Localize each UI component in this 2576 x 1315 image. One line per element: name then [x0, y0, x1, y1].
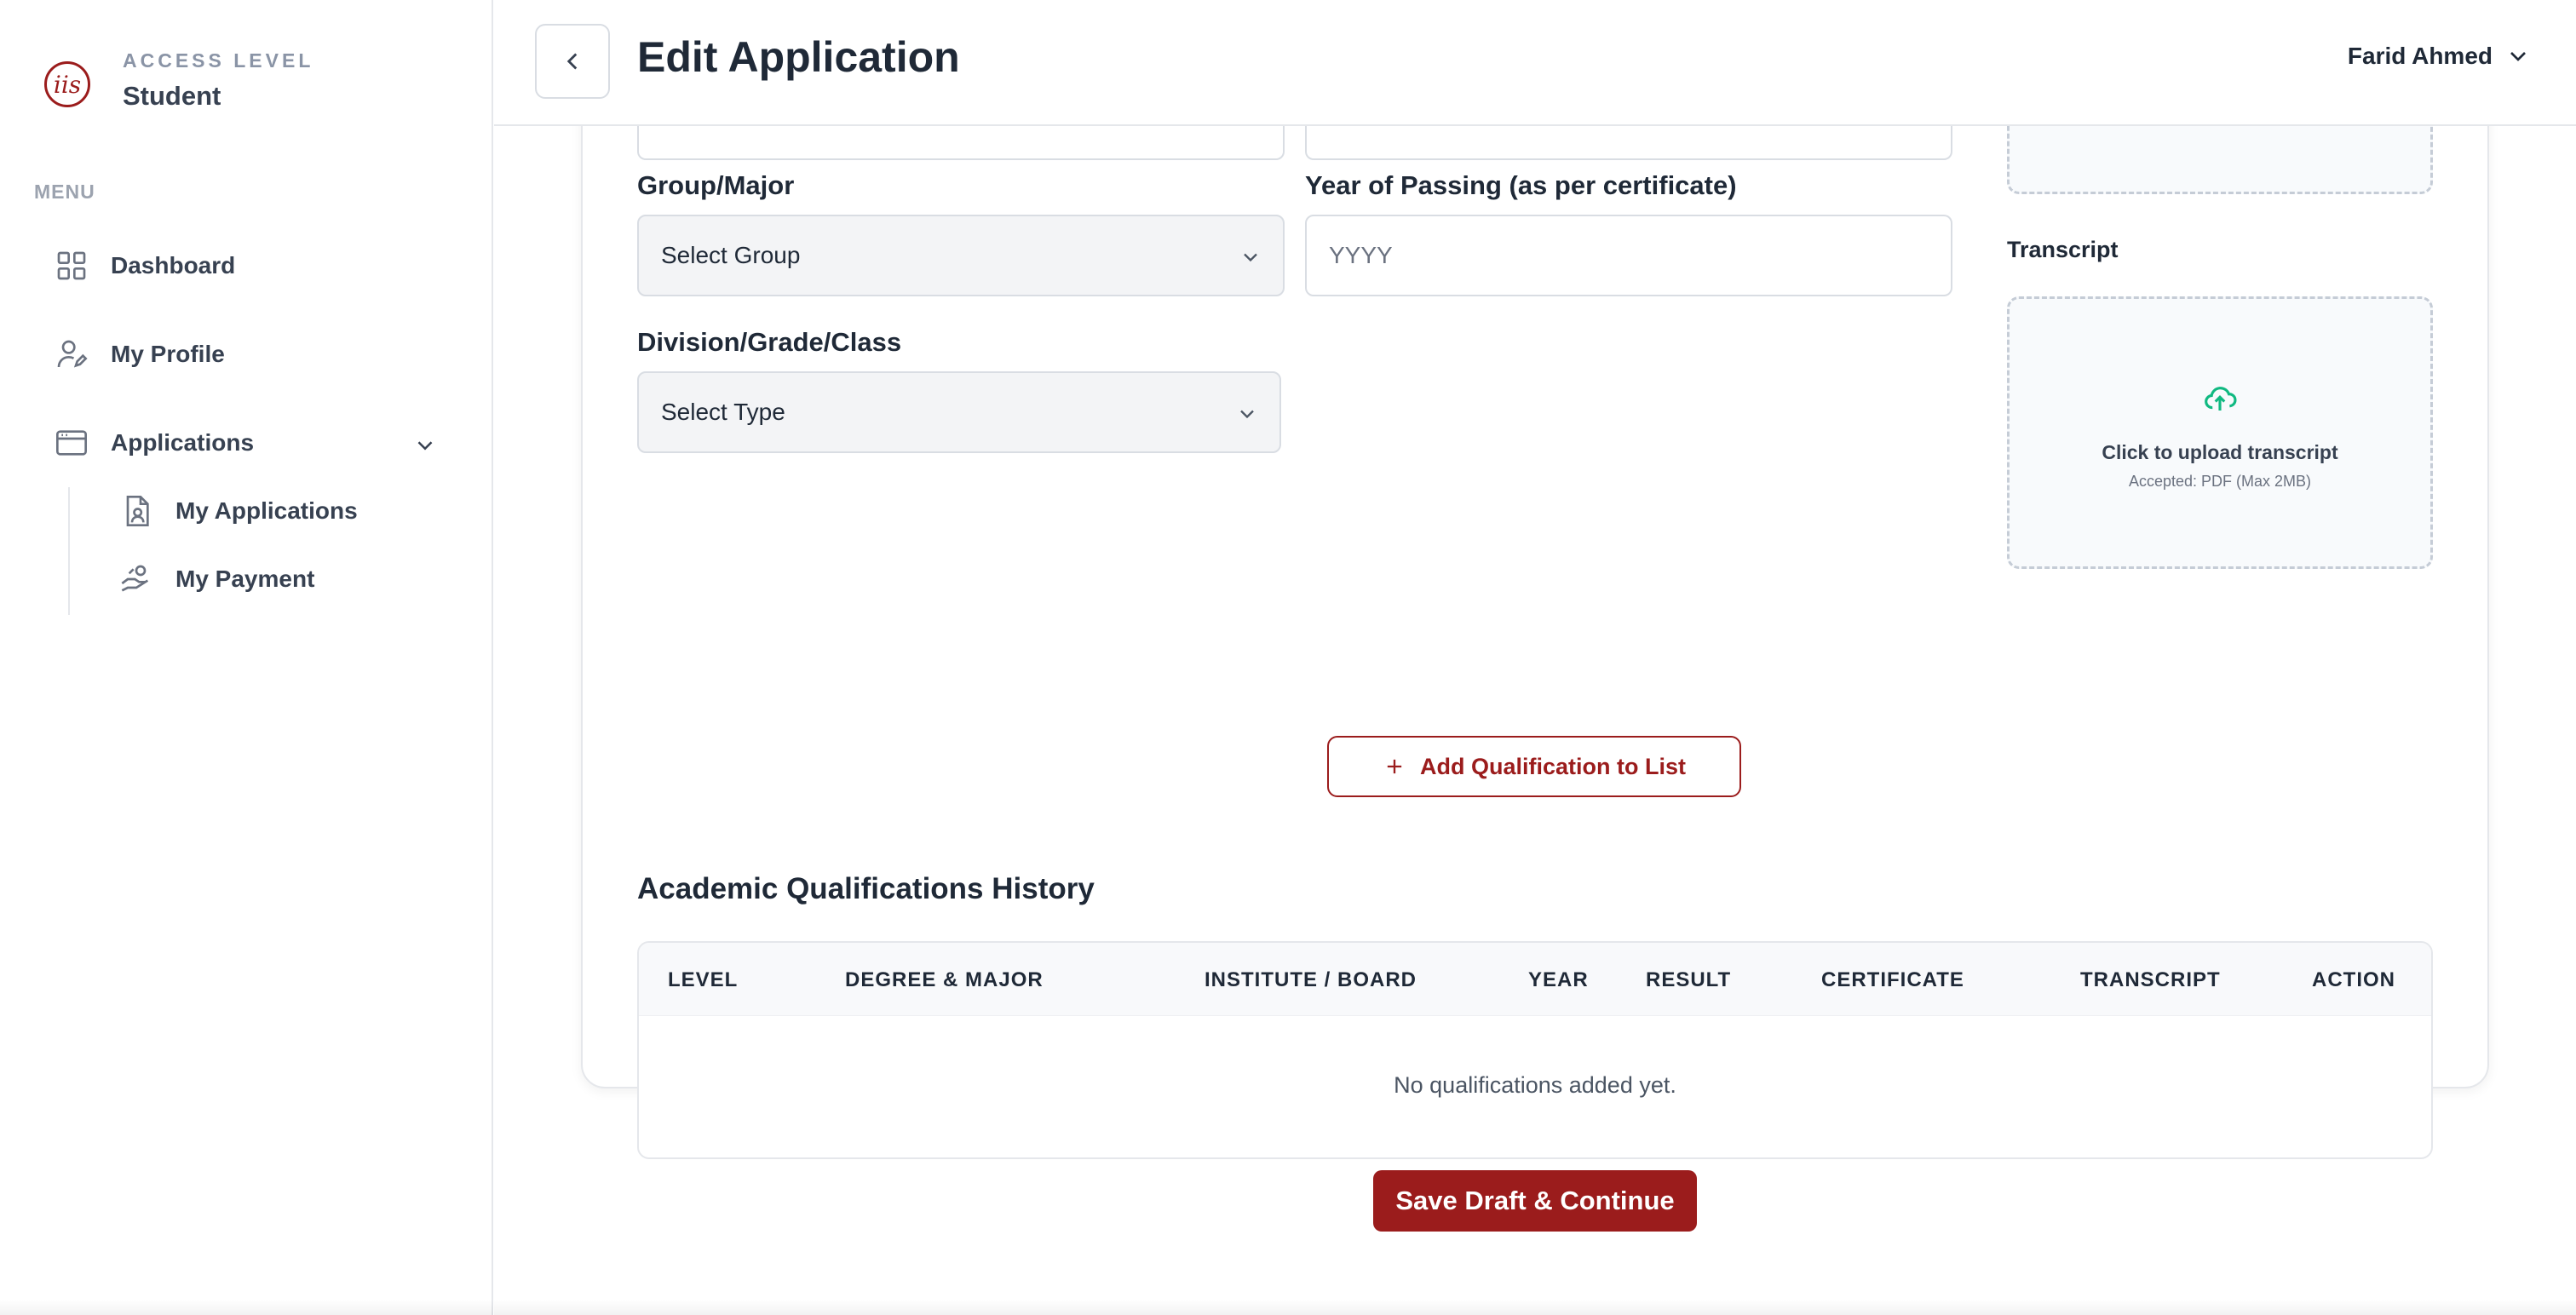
qualifications-table: LEVEL DEGREE & MAJOR INSTITUTE / BOARD Y… — [637, 941, 2433, 1159]
page-title: Edit Application — [637, 33, 960, 81]
sidebar-item-my-profile[interactable]: My Profile — [55, 337, 225, 371]
transcript-label: Transcript — [2007, 237, 2119, 262]
chevron-down-icon — [2510, 52, 2526, 61]
brand: iis ACCESS LEVEL Student — [44, 49, 313, 112]
partial-input-right[interactable] — [1305, 126, 1952, 160]
cloud-upload-icon — [2205, 387, 2237, 411]
division-grade-select[interactable]: Select Type — [637, 371, 1281, 453]
submenu-divider — [68, 487, 70, 615]
upload-transcript-hint: Accepted: PDF (Max 2MB) — [2128, 473, 2312, 490]
sidebar-item-my-applications[interactable]: My Applications — [119, 494, 358, 528]
add-qualification-label: Add Qualification to List — [1420, 753, 1686, 779]
sidebar-item-dashboard[interactable]: Dashboard — [55, 249, 235, 283]
bottom-shadow — [494, 1300, 2576, 1315]
group-major-select[interactable]: Select Group — [637, 215, 1285, 296]
year-of-passing-input[interactable] — [1305, 215, 1952, 296]
sidebar-item-label: Dashboard — [111, 252, 236, 279]
upload-transcript-title: Click to upload transcript — [2102, 441, 2338, 463]
table-empty-row: No qualifications added yet. — [639, 1016, 2431, 1157]
column-header: YEAR — [1528, 968, 1589, 991]
document-user-icon — [126, 496, 149, 526]
certificate-upload-dropzone[interactable] — [2007, 126, 2433, 194]
access-level-label: ACCESS LEVEL — [123, 49, 314, 72]
sidebar-item-label: Applications — [111, 429, 255, 456]
plus-icon — [1387, 759, 1402, 774]
chevron-left-icon — [566, 53, 578, 70]
column-header: ACTION — [2312, 968, 2395, 991]
division-grade-value: Select Type — [661, 399, 785, 425]
hand-payment-icon — [121, 565, 149, 592]
column-header: TRANSCRIPT — [2080, 968, 2221, 991]
sidebar: iis ACCESS LEVEL Student MENU Dashboard … — [0, 0, 493, 1315]
qualifications-history-title: Academic Qualifications History — [637, 872, 1095, 905]
back-button[interactable] — [535, 24, 610, 99]
column-header: RESULT — [1646, 968, 1732, 991]
save-draft-continue-button[interactable]: Save Draft & Continue — [1373, 1170, 1697, 1232]
user-edit-icon — [57, 340, 88, 368]
transcript-upload-dropzone[interactable]: Click to upload transcript Accepted: PDF… — [2007, 296, 2433, 569]
group-major-value: Select Group — [661, 242, 801, 268]
browser-window-icon — [56, 430, 87, 456]
chevron-down-icon[interactable] — [412, 433, 438, 458]
sidebar-item-my-payment[interactable]: My Payment — [119, 562, 314, 596]
empty-state-message: No qualifications added yet. — [1394, 1072, 1676, 1098]
sidebar-item-applications[interactable]: Applications — [55, 426, 254, 460]
main-content: Group/Major Select Group Year of Passing… — [494, 126, 2576, 1315]
column-header: INSTITUTE / BOARD — [1205, 968, 1417, 991]
partial-input-left[interactable] — [637, 126, 1285, 160]
division-grade-label: Division/Grade/Class — [637, 327, 902, 357]
column-header: CERTIFICATE — [1821, 968, 1964, 991]
add-qualification-button[interactable]: Add Qualification to List — [1327, 736, 1741, 797]
user-menu[interactable]: Farid Ahmed — [2348, 43, 2532, 70]
chevron-down-icon — [1240, 410, 1254, 419]
chevron-down-icon — [1244, 253, 1257, 262]
logo[interactable]: iis — [44, 61, 90, 107]
top-header: Edit Application Farid Ahmed — [494, 0, 2576, 126]
table-header-row: LEVEL DEGREE & MAJOR INSTITUTE / BOARD Y… — [639, 943, 2431, 1016]
group-major-label: Group/Major — [637, 170, 795, 200]
sidebar-item-label: My Payment — [175, 566, 315, 592]
column-header: LEVEL — [668, 968, 739, 991]
sidebar-item-label: My Applications — [175, 497, 358, 524]
column-header: DEGREE & MAJOR — [845, 968, 1044, 991]
grid-icon — [57, 251, 86, 280]
sidebar-bottom-shadow — [0, 1300, 493, 1315]
user-name: Farid Ahmed — [2347, 43, 2493, 69]
sidebar-item-label: My Profile — [111, 341, 225, 367]
access-level-value: Student — [123, 81, 221, 111]
menu-label: MENU — [34, 181, 95, 203]
year-of-passing-label: Year of Passing (as per certificate) — [1305, 170, 1737, 200]
